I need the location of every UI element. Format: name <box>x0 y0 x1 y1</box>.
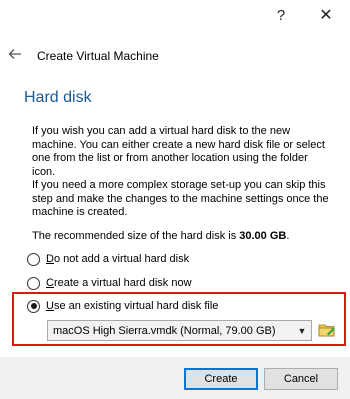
recommended-size-value: 30.00 GB <box>239 230 287 242</box>
close-button[interactable]: ✕ <box>316 6 336 26</box>
help-button[interactable]: ? <box>271 6 291 26</box>
option-existing-disk-mnemonic: U <box>46 300 54 312</box>
description-paragraph-1: If you wish you can add a virtual hard d… <box>32 125 325 178</box>
back-arrow-icon[interactable] <box>7 46 23 62</box>
radio-button-selected[interactable] <box>27 299 40 313</box>
dialog-window: ? ✕ Create Virtual Machine Hard disk If … <box>0 0 350 399</box>
option-no-disk[interactable]: Do not add a virtual hard disk <box>27 251 189 267</box>
folder-icon[interactable] <box>318 321 336 339</box>
option-existing-disk[interactable]: Use an existing virtual hard disk file <box>27 298 218 314</box>
option-create-disk-mnemonic: C <box>46 277 54 289</box>
create-button[interactable]: Create <box>184 368 258 390</box>
option-existing-disk-label: Use an existing virtual hard disk file <box>46 300 218 312</box>
option-no-disk-mnemonic: D <box>46 253 54 265</box>
option-no-disk-label: Do not add a virtual hard disk <box>46 253 189 265</box>
radio-button[interactable] <box>27 276 40 290</box>
disk-file-select-value: macOS High Sierra.vmdk (Normal, 79.00 GB… <box>53 324 276 337</box>
option-create-disk-label: Create a virtual hard disk now <box>46 277 192 289</box>
recommended-size-prefix: The recommended size of the hard disk is <box>32 230 240 242</box>
cancel-button[interactable]: Cancel <box>264 368 338 390</box>
disk-file-select[interactable]: macOS High Sierra.vmdk (Normal, 79.00 GB… <box>47 320 312 341</box>
option-no-disk-text: o not add a virtual hard disk <box>53 253 190 265</box>
chevron-down-icon[interactable]: ▼ <box>293 326 311 336</box>
section-heading: Hard disk <box>24 89 92 106</box>
option-existing-disk-text: se an existing virtual hard disk file <box>53 300 219 312</box>
radio-button[interactable] <box>27 252 40 266</box>
description-paragraph-2: If you need a more complex storage set-u… <box>32 179 329 218</box>
option-create-disk[interactable]: Create a virtual hard disk now <box>27 275 192 291</box>
recommended-size-text: The recommended size of the hard disk is… <box>32 230 289 242</box>
recommended-size-suffix: . <box>286 230 290 242</box>
window-title: Create Virtual Machine <box>37 49 159 63</box>
option-create-disk-text: reate a virtual hard disk now <box>53 277 192 289</box>
